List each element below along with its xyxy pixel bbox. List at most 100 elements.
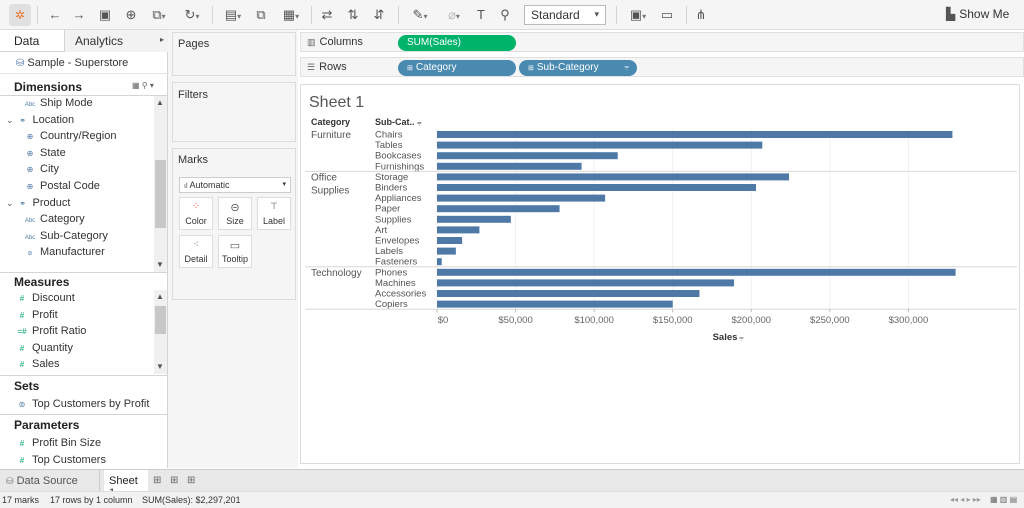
tableau-logo-icon[interactable]: ✲ [9,4,31,26]
subcategory-label: Supplies [375,214,412,225]
data-source-item[interactable]: ⛁ Sample - Superstore [0,52,168,74]
detail-icon: ⁖ [193,239,199,249]
mark-type-select[interactable]: ıl Automatic ▾ [179,177,291,193]
parameter-item[interactable]: # Top Customers [16,454,106,470]
pause-updates-icon[interactable]: ⧉▾ [148,7,170,23]
tick-label: $0 [438,315,449,326]
labels-icon[interactable]: T [474,7,488,23]
redo-icon[interactable]: → [72,7,86,23]
dimension-field[interactable]: ⊕ Country/Region [24,130,117,146]
show-me-button[interactable]: ▙ Show Me [946,7,1009,21]
subcategory-label: Paper [375,204,400,215]
toolbar: ✲ ← → ▣ ⊕ ⧉▾ ↻▾ ▤▾ ⧉ ▦▾ ⇄ ⇅ ⇵ ✎▾ ⌀▾ T ⚲ … [0,0,1024,30]
pin-icon[interactable]: ⚲ [498,7,512,23]
scroll-down-icon[interactable]: ▼ [156,362,164,371]
view-size-select[interactable]: Standard ▾ [524,5,606,25]
sum-sales-pill[interactable]: SUM(Sales) [398,35,516,51]
sets-header: Sets [0,376,168,394]
refresh-icon[interactable]: ↻▾ [180,7,204,23]
dimension-field[interactable]: Abc Category [24,213,85,229]
dimension-field[interactable]: Abc Ship Mode [24,97,93,113]
size-icon: ⊝ [230,202,240,214]
undo-icon[interactable]: ← [48,7,62,23]
subcategory-label: Chairs [375,130,403,141]
measure-field[interactable]: # Discount [16,292,75,308]
cards-pane: Pages Filters Marks ıl Automatic ▾ ⁘ Col… [168,30,298,468]
expand-icon[interactable]: ⌄ [6,198,14,208]
tab-analytics[interactable]: Analytics [75,34,123,48]
tooltip-button[interactable]: ▭ Tooltip [218,235,252,268]
category-pill[interactable]: ⊞ Category [398,60,516,76]
sort-ascending-icon[interactable]: ⇅ [346,7,360,23]
duplicate-sheet-icon[interactable]: ⧉ [254,7,268,23]
globe-icon: ⊕ [26,165,34,175]
scroll-thumb[interactable] [155,160,166,228]
highlight-icon[interactable]: ✎▾ [408,7,432,23]
filters-card[interactable]: Filters [172,82,296,142]
scroll-up-icon[interactable]: ▲ [156,292,164,301]
sort-descending-icon[interactable]: ⇵ [372,7,386,23]
nav-first-icon[interactable]: ◂◂ ◂ ▸ ▸▸ [950,495,981,504]
detail-button[interactable]: ⁖ Detail [179,235,213,268]
pane-menu-icon[interactable]: ▸ [160,35,164,44]
expand-icon[interactable]: ⌄ [6,115,14,125]
swap-icon[interactable]: ⇄ [320,7,334,23]
dimensions-view-icon[interactable]: ▦ ⚲ ▾ [132,81,154,90]
clear-sheet-icon[interactable]: ▦▾ [280,7,302,23]
sort-icon: ⩦ [739,333,744,342]
globe-icon: ⊕ [26,148,34,158]
dimensions-scrollbar[interactable]: ▲ ▼ [154,96,167,272]
scroll-thumb[interactable] [155,306,166,334]
rows-shelf-label: ☰ Rows [307,61,347,73]
scroll-down-icon[interactable]: ▼ [156,260,164,269]
new-dashboard-icon[interactable]: ⊞ [170,475,178,486]
columns-shelf[interactable]: ▥ Columns SUM(Sales) [300,32,1024,52]
scroll-up-icon[interactable]: ▲ [156,98,164,107]
group-icon[interactable]: ⌀▾ [442,7,466,23]
measure-field[interactable]: # Sales [16,358,60,374]
measure-field[interactable]: # Quantity [16,342,73,358]
bar-chart: Furniture ChairsTablesBookcasesFurnishing… [305,129,1017,343]
bar-labels [437,247,456,255]
dimension-field[interactable]: ⊕ State [24,147,66,163]
field-label: State [40,146,66,159]
new-datasource-icon[interactable]: ⊕ [124,7,138,23]
size-button[interactable]: ⊝ Size [218,197,252,230]
dimension-field[interactable]: Abc Sub-Category [24,230,108,246]
measures-title: Measures [14,275,70,289]
pages-card[interactable]: Pages [172,32,296,76]
bar-furnishings [437,162,582,170]
color-button[interactable]: ⁘ Color [179,197,213,230]
tab-data[interactable]: Data [14,34,39,48]
measure-field[interactable]: # Profit [16,309,58,325]
label-button[interactable]: ⊤ Label [257,197,291,230]
dimension-field[interactable]: ⌄ ⚭ Location [6,114,74,130]
tab-data-source[interactable]: ⛁ Data Source [0,470,100,492]
tab-sheet-1[interactable]: Sheet 1 [104,470,148,499]
bar-envelopes [437,237,463,244]
new-story-icon[interactable]: ⊞ [187,475,195,486]
measure-field[interactable]: =# Profit Ratio [16,325,86,341]
measures-scrollbar[interactable]: ▲ ▼ [154,290,167,374]
save-icon[interactable]: ▣ [98,7,112,23]
set-item[interactable]: ⊚ Top Customers by Profit [16,398,150,414]
share-icon[interactable]: ⋔ [694,7,708,23]
toolbar-separator [37,6,38,24]
dimension-field[interactable]: ⊕ Postal Code [24,180,100,196]
measures-header: Measures [0,272,168,290]
measure-icon: =# [17,327,27,337]
new-worksheet-icon[interactable]: ▤▾ [222,7,244,23]
sub-category-pill[interactable]: ⊞ Sub-Category ⩦ [519,60,637,76]
dimension-field[interactable]: ⌄ ⚭ Product [6,197,70,213]
new-worksheet-icon[interactable]: ⊞ [153,475,161,486]
view-toggle-icon[interactable]: ▦ ▥ ▤ [990,495,1017,504]
presentation-icon[interactable]: ▭ [660,7,674,23]
parameter-item[interactable]: # Profit Bin Size [16,437,101,453]
dimension-field[interactable]: ⊕ City [24,163,59,179]
dimension-field[interactable]: ⊘ Manufacturer [24,246,104,262]
plus-icon: ⊞ [407,65,413,72]
measure-icon: # [19,310,25,320]
columns-icon: ▥ [307,37,316,47]
show-cards-icon[interactable]: ▣▾ [626,7,650,23]
rows-shelf[interactable]: ☰ Rows ⊞ Category ⊞ Sub-Category ⩦ [300,57,1024,77]
